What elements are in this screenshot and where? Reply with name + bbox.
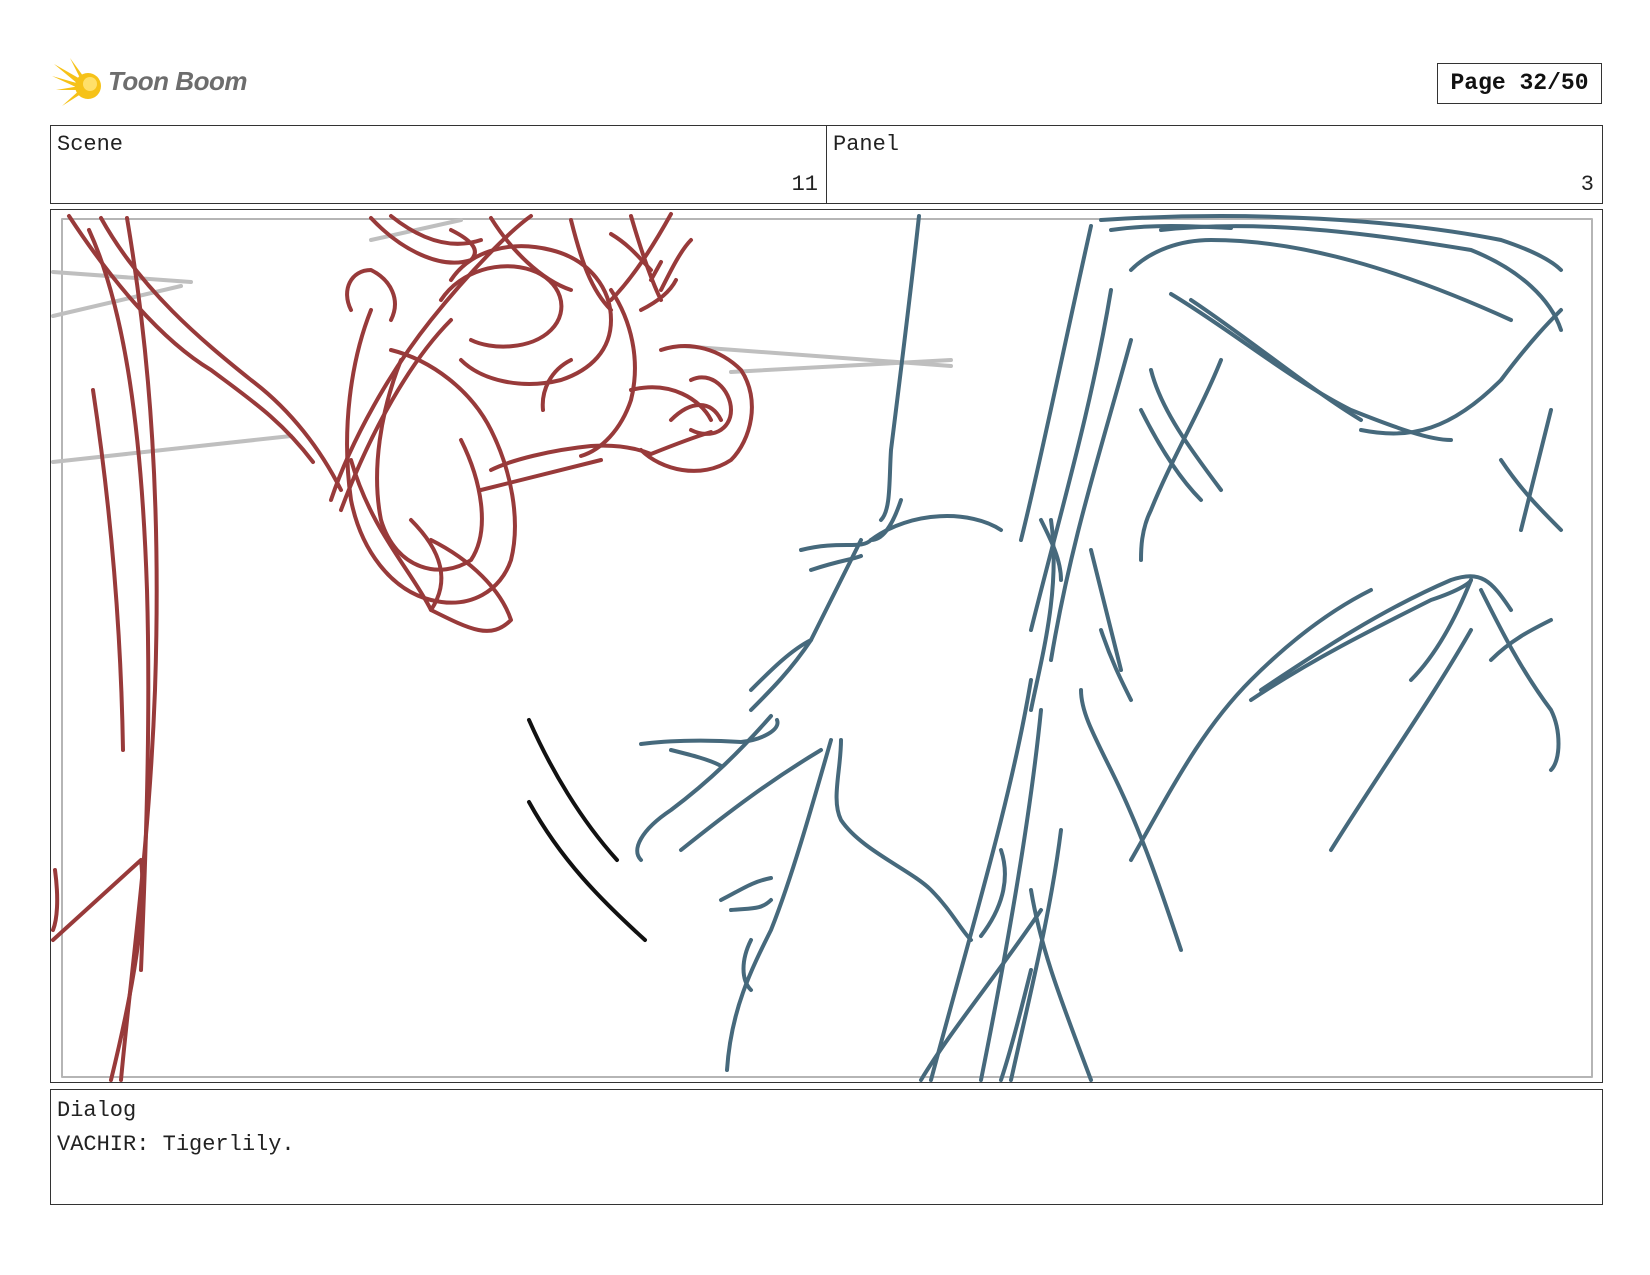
guide-lines <box>51 218 953 464</box>
toon-boom-logo: Toon Boom <box>52 56 252 112</box>
storyboard-drawing <box>51 212 1593 1082</box>
starburst-logo-icon <box>52 58 101 106</box>
page-counter: Page 32/50 <box>1437 63 1602 104</box>
logo-text: Toon Boom <box>108 66 247 96</box>
scene-number: 11 <box>791 172 818 197</box>
scene-cell: Scene 11 <box>51 126 826 203</box>
panel-number: 3 <box>1580 172 1594 197</box>
dialog-box: Dialog VACHIR: Tigerlily. <box>50 1089 1603 1205</box>
storyboard-panel <box>50 209 1603 1083</box>
panel-label: Panel <box>833 132 900 157</box>
panel-cell: Panel 3 <box>826 126 1602 203</box>
dialog-text: VACHIR: Tigerlily. <box>57 1132 295 1157</box>
speed-lines <box>527 718 647 942</box>
character-right-sketch <box>635 214 1563 1082</box>
scene-panel-header: Scene 11 Panel 3 <box>50 125 1603 204</box>
character-left-sketch <box>51 212 754 1082</box>
dialog-label: Dialog <box>57 1098 137 1123</box>
scene-label: Scene <box>57 132 124 157</box>
